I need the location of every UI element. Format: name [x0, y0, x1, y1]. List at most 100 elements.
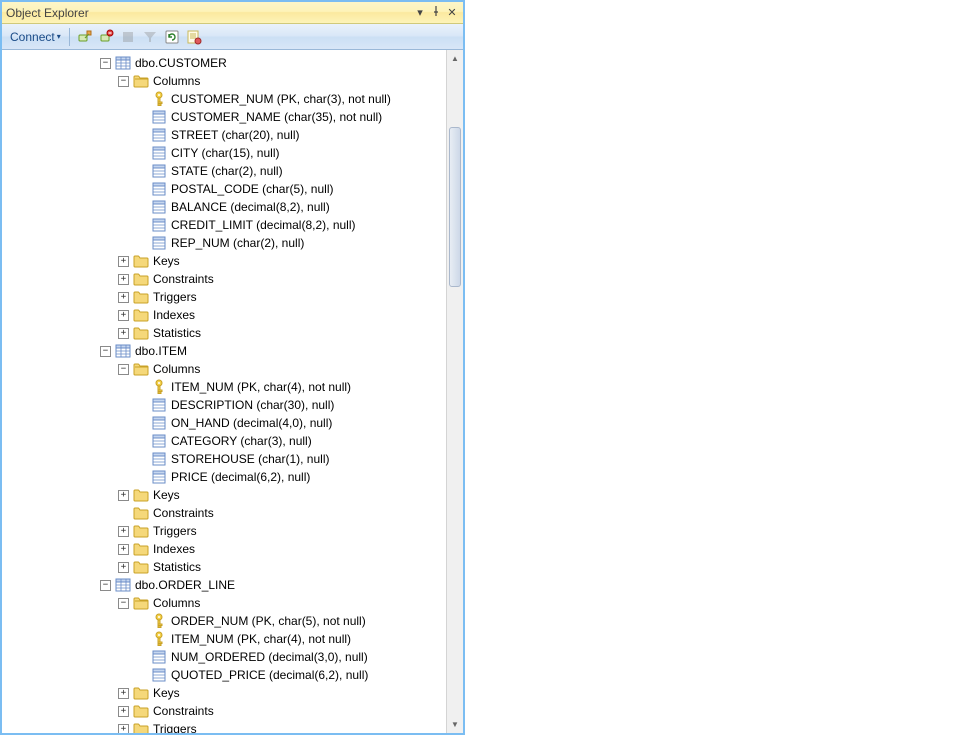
expander-icon[interactable]: +: [118, 526, 129, 537]
folder-node[interactable]: + Statistics: [2, 324, 463, 342]
column-icon: [151, 235, 167, 251]
folder-node[interactable]: + Constraints: [2, 702, 463, 720]
column-node[interactable]: CUSTOMER_NAME (char(35), not null): [2, 108, 463, 126]
folder-label: Keys: [153, 254, 180, 268]
column-label: ORDER_NUM (PK, char(5), not null): [171, 614, 366, 628]
expander-icon[interactable]: −: [118, 76, 129, 87]
table-icon: [115, 577, 131, 593]
expander-icon[interactable]: +: [118, 274, 129, 285]
panel-title-bar: Object Explorer ▾ ✕: [2, 2, 463, 24]
folder-node[interactable]: − Columns: [2, 594, 463, 612]
column-node[interactable]: STREET (char(20), null): [2, 126, 463, 144]
column-label: ON_HAND (decimal(4,0), null): [171, 416, 332, 430]
folder-node[interactable]: + Indexes: [2, 540, 463, 558]
expander-icon[interactable]: +: [118, 256, 129, 267]
expander-icon[interactable]: +: [118, 328, 129, 339]
column-label: CUSTOMER_NAME (char(35), not null): [171, 110, 382, 124]
column-icon: [151, 181, 167, 197]
close-icon[interactable]: ✕: [445, 6, 459, 20]
folder-node[interactable]: + Keys: [2, 252, 463, 270]
column-icon: [151, 667, 167, 683]
column-node[interactable]: STOREHOUSE (char(1), null): [2, 450, 463, 468]
folder-node[interactable]: + Indexes: [2, 306, 463, 324]
expander-icon[interactable]: −: [100, 580, 111, 591]
column-node[interactable]: DESCRIPTION (char(30), null): [2, 396, 463, 414]
column-node[interactable]: POSTAL_CODE (char(5), null): [2, 180, 463, 198]
column-node[interactable]: CREDIT_LIMIT (decimal(8,2), null): [2, 216, 463, 234]
chevron-down-icon: ▾: [57, 32, 61, 41]
column-node[interactable]: NUM_ORDERED (decimal(3,0), null): [2, 648, 463, 666]
expander-icon[interactable]: +: [118, 310, 129, 321]
column-node[interactable]: CATEGORY (char(3), null): [2, 432, 463, 450]
column-node[interactable]: CUSTOMER_NUM (PK, char(3), not null): [2, 90, 463, 108]
filter-icon: [140, 27, 160, 47]
folder-open-icon: [133, 361, 149, 377]
column-node[interactable]: ON_HAND (decimal(4,0), null): [2, 414, 463, 432]
folder-node[interactable]: Constraints: [2, 504, 463, 522]
folder-node[interactable]: + Triggers: [2, 720, 463, 733]
column-node[interactable]: ORDER_NUM (PK, char(5), not null): [2, 612, 463, 630]
folder-node[interactable]: + Constraints: [2, 270, 463, 288]
expander-icon[interactable]: −: [100, 58, 111, 69]
expander-icon[interactable]: +: [118, 688, 129, 699]
table-node[interactable]: − dbo.ORDER_LINE: [2, 576, 463, 594]
folder-icon: [133, 541, 149, 557]
folder-label: Statistics: [153, 326, 201, 340]
connect-server-icon[interactable]: [74, 27, 94, 47]
column-node[interactable]: PRICE (decimal(6,2), null): [2, 468, 463, 486]
expander-icon[interactable]: −: [118, 598, 129, 609]
folder-label: Columns: [153, 362, 200, 376]
column-label: STATE (char(2), null): [171, 164, 283, 178]
table-icon: [115, 55, 131, 71]
column-node[interactable]: REP_NUM (char(2), null): [2, 234, 463, 252]
folder-icon: [133, 253, 149, 269]
scroll-thumb[interactable]: [449, 127, 461, 287]
column-label: NUM_ORDERED (decimal(3,0), null): [171, 650, 368, 664]
column-node[interactable]: ITEM_NUM (PK, char(4), not null): [2, 630, 463, 648]
key-icon: [151, 379, 167, 395]
folder-icon: [133, 703, 149, 719]
column-node[interactable]: BALANCE (decimal(8,2), null): [2, 198, 463, 216]
folder-node[interactable]: + Statistics: [2, 558, 463, 576]
column-node[interactable]: ITEM_NUM (PK, char(4), not null): [2, 378, 463, 396]
expander-icon[interactable]: +: [118, 292, 129, 303]
folder-node[interactable]: − Columns: [2, 72, 463, 90]
column-node[interactable]: STATE (char(2), null): [2, 162, 463, 180]
column-node[interactable]: CITY (char(15), null): [2, 144, 463, 162]
column-node[interactable]: QUOTED_PRICE (decimal(6,2), null): [2, 666, 463, 684]
folder-node[interactable]: + Keys: [2, 486, 463, 504]
expander-icon[interactable]: +: [118, 706, 129, 717]
folder-icon: [133, 685, 149, 701]
tree[interactable]: − dbo.CUSTOMER − Columns CUSTOMER_NUM (P…: [2, 50, 463, 733]
column-label: CUSTOMER_NUM (PK, char(3), not null): [171, 92, 391, 106]
scroll-up-icon[interactable]: ▲: [447, 50, 463, 67]
column-icon: [151, 469, 167, 485]
expander-icon[interactable]: +: [118, 490, 129, 501]
expander-icon[interactable]: +: [118, 724, 129, 734]
title-controls: ▾ ✕: [413, 6, 459, 20]
table-node[interactable]: − dbo.ITEM: [2, 342, 463, 360]
scroll-track[interactable]: [447, 67, 463, 716]
scrollbar[interactable]: ▲ ▼: [446, 50, 463, 733]
folder-node[interactable]: + Triggers: [2, 522, 463, 540]
expander-icon[interactable]: −: [118, 364, 129, 375]
table-label: dbo.ITEM: [135, 344, 187, 358]
scroll-down-icon[interactable]: ▼: [447, 716, 463, 733]
table-icon: [115, 343, 131, 359]
folder-node[interactable]: − Columns: [2, 360, 463, 378]
expander-icon[interactable]: +: [118, 562, 129, 573]
expander-icon[interactable]: −: [100, 346, 111, 357]
folder-node[interactable]: + Keys: [2, 684, 463, 702]
folder-icon: [133, 505, 149, 521]
table-node[interactable]: − dbo.CUSTOMER: [2, 54, 463, 72]
folder-node[interactable]: + Triggers: [2, 288, 463, 306]
pin-icon[interactable]: [429, 6, 443, 20]
script-icon[interactable]: [184, 27, 204, 47]
connect-button[interactable]: Connect ▾: [6, 28, 65, 46]
key-icon: [151, 91, 167, 107]
column-icon: [151, 145, 167, 161]
disconnect-server-icon[interactable]: [96, 27, 116, 47]
dropdown-icon[interactable]: ▾: [413, 6, 427, 20]
expander-icon[interactable]: +: [118, 544, 129, 555]
refresh-icon[interactable]: [162, 27, 182, 47]
